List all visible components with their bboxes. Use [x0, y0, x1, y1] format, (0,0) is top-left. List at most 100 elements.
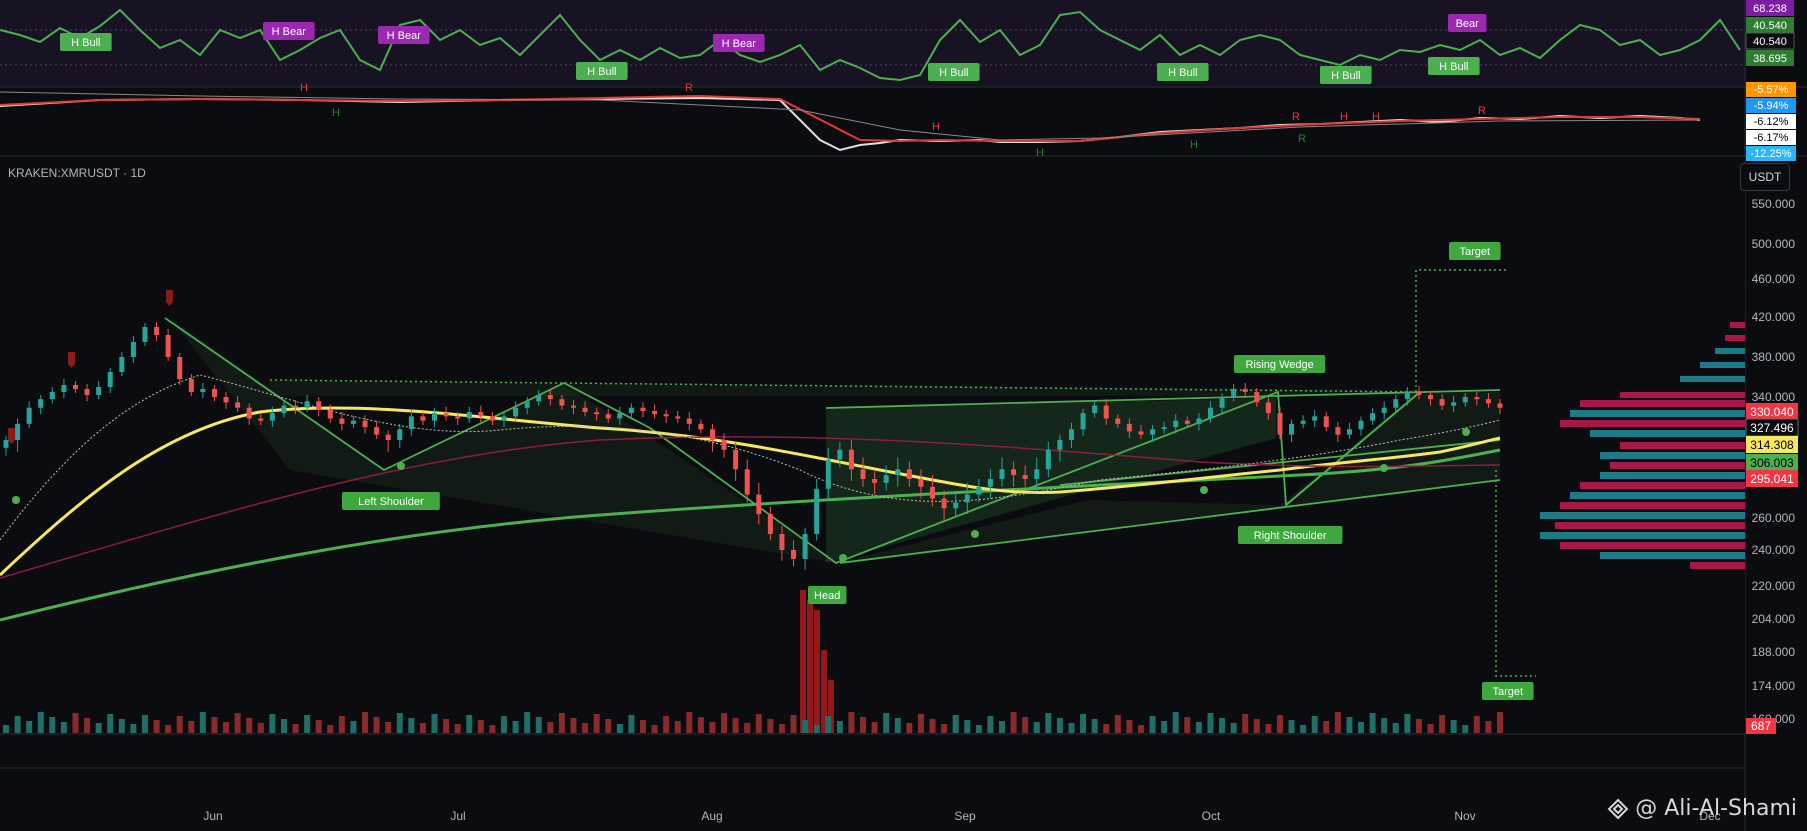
svg-text:H Bear: H Bear — [387, 30, 422, 42]
svg-text:-6.12%: -6.12% — [1754, 116, 1789, 128]
volume-bar — [315, 720, 322, 733]
candle-body — [1312, 416, 1318, 421]
osc-scale-label: -12.25% — [1746, 146, 1796, 161]
volume-bar — [14, 716, 21, 733]
volume-bar — [246, 718, 253, 733]
volume-bar — [396, 713, 403, 733]
volume-bar — [443, 719, 450, 733]
candle-body — [1451, 402, 1457, 406]
svg-text:H: H — [332, 107, 340, 119]
candle-body — [524, 401, 530, 408]
candle-body — [825, 459, 831, 489]
candle-body — [1092, 405, 1098, 414]
volume-bar — [223, 722, 230, 733]
y-tick-label: 420.000 — [1752, 310, 1796, 324]
volume-bar — [1369, 713, 1376, 733]
volume-bar — [477, 720, 484, 733]
volume-bar — [686, 712, 693, 733]
volume-bar — [570, 718, 577, 733]
current-price-label: 330.040 — [1746, 403, 1798, 420]
volume-bar — [999, 721, 1005, 733]
watermark-text: @ Ali-Al-Shami — [1635, 796, 1797, 821]
pattern-label: Target — [1482, 682, 1534, 700]
pattern-label: Rising Wedge — [1234, 355, 1326, 373]
candle-body — [1462, 397, 1468, 403]
candle-body — [744, 469, 750, 495]
volume-bar — [628, 715, 635, 733]
candle-body — [1161, 427, 1167, 430]
candle-body — [756, 494, 762, 515]
volume-bar — [1473, 716, 1480, 733]
volume-bar — [512, 721, 519, 733]
volume-bar — [280, 719, 287, 733]
candle-body — [1485, 399, 1491, 404]
candle-body — [1370, 413, 1376, 421]
volume-bar — [1022, 717, 1029, 733]
volume-bar — [871, 722, 878, 733]
volume-bar — [37, 712, 44, 733]
candle-body — [1404, 392, 1410, 400]
volume-bar — [1427, 724, 1434, 733]
candle-body — [1068, 429, 1074, 440]
candle-body — [200, 389, 206, 392]
current-price-label: 327.496 — [1745, 418, 1799, 437]
candle-body — [999, 469, 1005, 479]
volume-bar — [501, 716, 507, 733]
volume-bar — [26, 721, 33, 733]
svg-text:687: 687 — [1751, 719, 1771, 733]
candle-body — [223, 397, 229, 403]
x-tick-label: Nov — [1454, 809, 1475, 823]
svg-text:Right Shoulder: Right Shoulder — [1254, 530, 1327, 542]
volume-bar — [639, 720, 646, 733]
candle-body — [327, 409, 333, 419]
rsi-divergence-label: H Bull — [60, 33, 112, 51]
trading-chart[interactable]: H RH RHHR HHH R H BullH Bear H BearH Bul… — [0, 0, 1807, 831]
candle-body — [1497, 403, 1503, 408]
y-tick-label: 550.000 — [1752, 197, 1796, 211]
x-tick-label: Jun — [203, 809, 222, 823]
candle-body — [1358, 420, 1364, 430]
candle-body — [478, 412, 484, 417]
volume-bar — [95, 723, 102, 733]
currency-button[interactable]: USDT — [1740, 163, 1790, 191]
candle-body — [420, 416, 426, 421]
candle-body — [281, 405, 287, 414]
candle-body — [872, 479, 878, 483]
volume-bar — [1114, 715, 1121, 733]
candle-body — [594, 412, 600, 415]
volume-bar — [1381, 718, 1388, 733]
svg-text:H Bull: H Bull — [587, 66, 616, 78]
candle-body — [976, 486, 982, 495]
volume-bar — [1497, 712, 1503, 733]
candle-body — [721, 440, 727, 450]
volume-bar — [1230, 723, 1237, 733]
candle-body — [211, 389, 217, 397]
volume-bar — [211, 717, 218, 733]
x-tick-label: Aug — [701, 809, 722, 823]
volume-bar — [593, 714, 600, 733]
candle-body — [1289, 423, 1295, 435]
candle-body — [1231, 389, 1237, 397]
pattern-label: Left Shoulder — [342, 492, 440, 510]
volume-bar — [1439, 715, 1446, 733]
candle-body — [883, 475, 889, 483]
y-tick-label: 188.000 — [1752, 645, 1796, 659]
svg-text:330.040: 330.040 — [1750, 405, 1794, 419]
candle-body — [559, 399, 565, 406]
volume-bar — [1126, 720, 1133, 733]
candle-body — [733, 449, 739, 470]
candle-body — [246, 407, 252, 419]
volume-bar — [373, 717, 380, 733]
candle-body — [1080, 413, 1086, 430]
candle-body — [408, 416, 414, 430]
candle-body — [188, 379, 194, 392]
candle-body — [1335, 427, 1341, 435]
svg-text:H Bull: H Bull — [939, 67, 968, 79]
y-tick-label: 380.000 — [1752, 350, 1796, 364]
candle-body — [918, 479, 924, 487]
volume-bar — [141, 715, 148, 733]
svg-text:H Bull: H Bull — [1331, 70, 1360, 82]
volume-bar — [385, 722, 392, 733]
candle-body — [930, 486, 936, 499]
volume-bar — [582, 723, 589, 733]
